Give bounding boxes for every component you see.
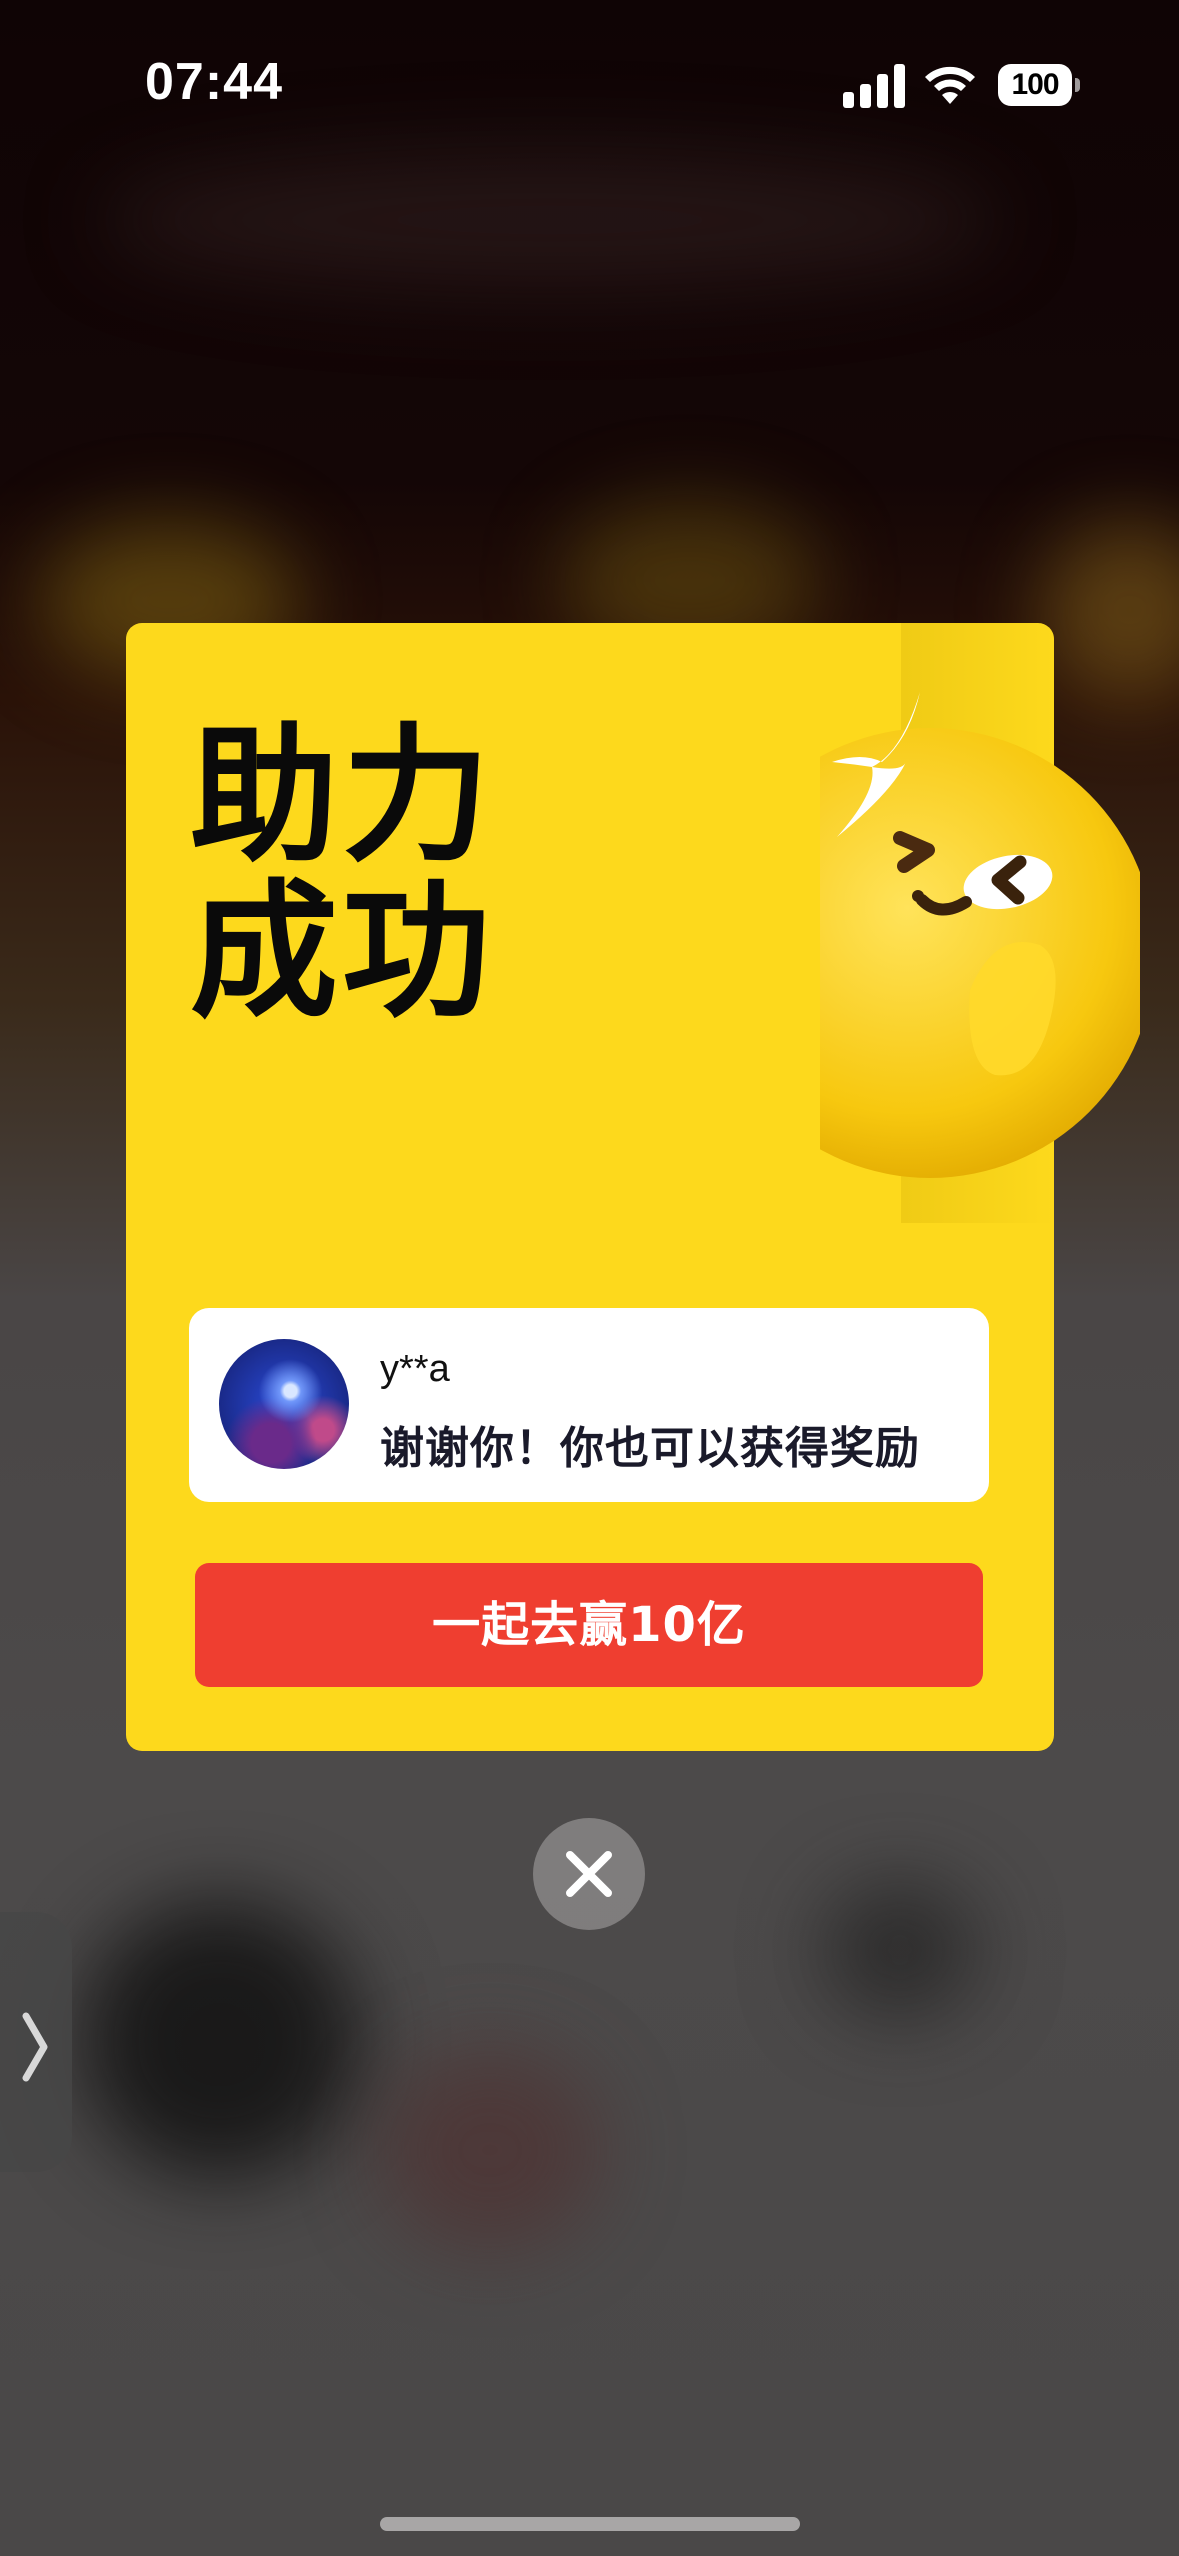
signal-icon — [843, 64, 905, 108]
background-blur-shape — [80, 1900, 360, 2180]
win-together-button[interactable]: 一起去赢10亿 — [195, 1563, 983, 1687]
sparkle-icon — [832, 692, 920, 837]
background-blur-light — [1040, 520, 1179, 700]
background-blur-shape — [100, 150, 1000, 290]
dialog-title-line1: 助力 — [190, 710, 494, 882]
battery-tip — [1075, 78, 1080, 92]
chevron-right-icon — [22, 2012, 48, 2082]
side-expand-tab[interactable] — [0, 1912, 72, 2172]
helper-username: y**a — [380, 1348, 450, 1390]
battery-icon: 100 — [998, 64, 1080, 108]
status-bar: 07:44 100 — [0, 0, 1179, 170]
helper-message-card: y**a 谢谢你！你也可以获得奖励 — [189, 1308, 989, 1502]
status-time: 07:44 — [145, 53, 283, 111]
avatar — [219, 1339, 349, 1469]
battery-level: 100 — [998, 64, 1072, 106]
background-blur-shape — [820, 1880, 980, 2020]
home-indicator[interactable] — [380, 2517, 800, 2531]
thank-you-message: 谢谢你！你也可以获得奖励 — [380, 1423, 920, 1474]
close-button[interactable] — [533, 1818, 645, 1930]
close-icon — [566, 1851, 612, 1897]
background-blur-shape — [380, 2050, 600, 2250]
dialog-title: 助力 成功 — [190, 718, 690, 1030]
dialog-title-line2: 成功 — [190, 866, 494, 1038]
wifi-icon — [925, 66, 975, 104]
